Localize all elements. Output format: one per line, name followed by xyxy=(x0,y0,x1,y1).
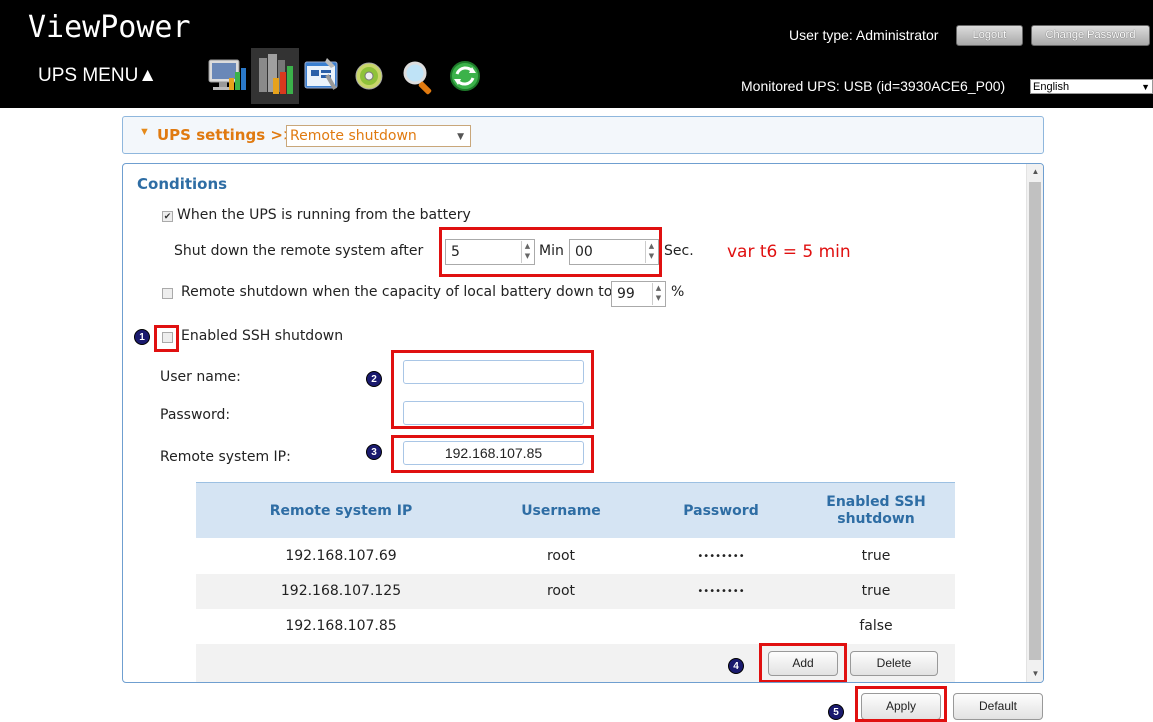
settings-page-select[interactable]: Remote shutdown ▼ xyxy=(286,125,471,147)
change-password-button[interactable]: Change Password xyxy=(1031,25,1150,46)
cell-ssh: true xyxy=(861,548,891,564)
chevron-down-icon: ▼ xyxy=(457,132,464,142)
settings-section-name: UPS settings xyxy=(157,126,266,144)
search-icon[interactable] xyxy=(395,48,443,104)
on-battery-label: When the UPS is running from the battery xyxy=(177,207,471,223)
settings-breadcrumb-bar: ▼ UPS settings >> Remote shutdown ▼ xyxy=(122,116,1044,154)
highlight-time-box xyxy=(439,227,662,277)
cd-icon[interactable] xyxy=(347,48,395,104)
settings-page-value: Remote shutdown xyxy=(290,128,417,144)
cell-username: root xyxy=(546,548,576,564)
capacity-value: 99 xyxy=(617,286,635,302)
table-row[interactable]: 192.168.107.85 false xyxy=(196,609,955,644)
ssh-shutdown-label: Enabled SSH shutdown xyxy=(181,328,344,344)
app-header: ViewPower UPS MENU▲ User type: Administr… xyxy=(0,0,1153,108)
books-chart-icon[interactable] xyxy=(251,48,299,104)
monitor-chart-icon[interactable] xyxy=(203,48,251,104)
default-button[interactable]: Default xyxy=(953,693,1043,720)
column-header-password: Password xyxy=(683,502,759,519)
on-battery-checkbox[interactable]: ✔ xyxy=(162,211,173,222)
logout-button[interactable]: Logout xyxy=(956,25,1023,46)
scroll-thumb[interactable] xyxy=(1029,182,1041,660)
column-header-ip: Remote system IP xyxy=(269,502,413,519)
capacity-unit: % xyxy=(671,284,685,300)
shutdown-after-label: Shut down the remote system after xyxy=(174,243,424,259)
cell-username xyxy=(486,609,636,644)
language-select[interactable]: English ▼ xyxy=(1030,79,1153,94)
capacity-label: Remote shutdown when the capacity of loc… xyxy=(181,284,613,300)
collapse-caret-icon[interactable]: ▼ xyxy=(139,126,150,138)
highlight-credentials-box xyxy=(391,350,594,429)
ssh-shutdown-checkbox[interactable] xyxy=(162,332,173,343)
highlight-ip-box xyxy=(391,435,594,473)
cell-ip: 192.168.107.85 xyxy=(285,618,397,634)
cell-username: root xyxy=(546,583,576,599)
table-header: Remote system IP Username Password Enabl… xyxy=(196,482,955,538)
table-row[interactable]: 192.168.107.125 root •••••••• true xyxy=(196,574,955,609)
panel-scrollbar[interactable]: ▲ ▼ xyxy=(1026,164,1043,682)
username-label: User name: xyxy=(160,369,241,385)
table-row[interactable]: 192.168.107.69 root •••••••• true xyxy=(196,539,955,574)
password-label: Password: xyxy=(160,407,231,423)
conditions-panel: Conditions ✔ When the UPS is running fro… xyxy=(122,163,1044,683)
column-header-ssh: Enabled SSH shutdown xyxy=(826,494,926,527)
cell-ip: 192.168.107.125 xyxy=(280,583,402,599)
app-title: ViewPower xyxy=(28,10,191,45)
annotation-note: var t6 = 5 min xyxy=(727,242,851,262)
capacity-checkbox[interactable] xyxy=(162,288,173,299)
scroll-down-icon[interactable]: ▼ xyxy=(1027,666,1043,682)
cell-password xyxy=(636,609,806,644)
sec-label: Sec. xyxy=(664,243,694,259)
remote-ip-label: Remote system IP: xyxy=(160,449,291,465)
step-badge-1: 1 xyxy=(134,329,150,345)
step-badge-2: 2 xyxy=(366,371,382,387)
stepper-arrows-icon[interactable]: ▲ ▼ xyxy=(652,283,664,305)
cell-ssh: true xyxy=(861,583,891,599)
highlight-apply-button xyxy=(855,686,947,722)
cell-ssh: false xyxy=(859,618,893,634)
delete-button[interactable]: Delete xyxy=(850,651,938,676)
cell-password: •••••••• xyxy=(697,586,745,597)
chevron-down-icon: ▼ xyxy=(1141,82,1150,92)
step-badge-3: 3 xyxy=(366,444,382,460)
refresh-icon[interactable] xyxy=(443,48,491,104)
ups-menu-toggle[interactable]: UPS MENU▲ xyxy=(38,65,157,87)
scroll-up-icon[interactable]: ▲ xyxy=(1027,164,1043,180)
step-badge-4: 4 xyxy=(728,658,744,674)
monitored-ups-label: Monitored UPS: USB (id=3930ACE6_P00) xyxy=(741,78,1006,94)
user-type-label: User type: Administrator xyxy=(789,27,939,43)
cell-password: •••••••• xyxy=(697,551,745,562)
conditions-title: Conditions xyxy=(137,175,228,193)
step-badge-5: 5 xyxy=(828,704,844,720)
settings-section-label: UPS settings >> xyxy=(157,126,296,144)
capacity-stepper[interactable]: 99 ▲ ▼ xyxy=(611,281,666,307)
language-value: English xyxy=(1033,81,1070,93)
settings-tools-icon[interactable] xyxy=(299,48,347,104)
highlight-add-button xyxy=(759,643,847,682)
column-header-username: Username xyxy=(521,502,601,519)
cell-ip: 192.168.107.69 xyxy=(285,548,397,564)
